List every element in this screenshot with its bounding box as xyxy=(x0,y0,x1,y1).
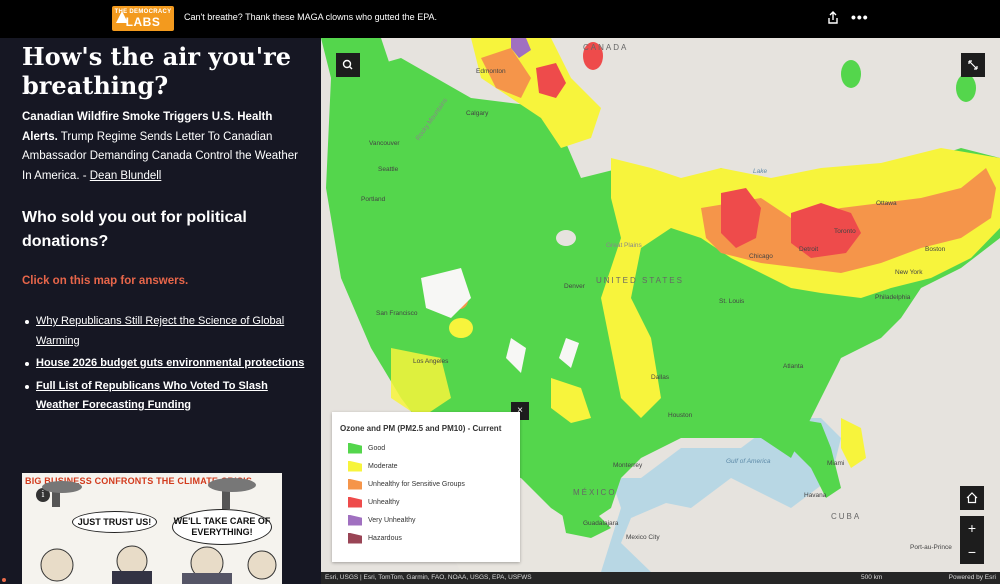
legend-item: Moderate xyxy=(348,460,398,472)
list-item: Full List of Republicans Who Voted To Sl… xyxy=(22,377,307,416)
top-bar: THE DEMOCRACY LABS Can't breathe? Thank … xyxy=(0,0,1000,38)
map-label-edmonton: Edmonton xyxy=(476,68,506,75)
map-label-united-states: UNITED STATES xyxy=(596,276,684,285)
democracy-labs-logo[interactable]: THE DEMOCRACY LABS xyxy=(112,6,174,31)
legend-item: Good xyxy=(348,442,385,454)
link-house-budget[interactable]: House 2026 budget guts environmental pro… xyxy=(36,357,304,369)
legend-label: Good xyxy=(368,444,386,452)
page-title: Can't breathe? Thank these MAGA clowns w… xyxy=(184,12,438,22)
legend-label: Hazardous xyxy=(368,534,402,542)
link-voted-list[interactable]: Full List of Republicans Who Voted To Sl… xyxy=(36,380,268,412)
powered-by-esri[interactable]: Powered by Esri xyxy=(949,572,996,584)
legend-title: Ozone and PM (PM2.5 and PM10) - Current xyxy=(340,424,502,433)
map-label-chicago: Chicago xyxy=(749,253,773,260)
legend-item: Very Unhealthy xyxy=(348,514,415,526)
map-legend: Ozone and PM (PM2.5 and PM10) - Current … xyxy=(332,412,520,562)
map-label-guadalajara: Guadalajara xyxy=(583,520,619,527)
map-label-los-angeles: Los Angeles xyxy=(413,358,449,365)
list-item: Why Republicans Still Reject the Science… xyxy=(22,312,307,351)
legend-item: Hazardous xyxy=(348,532,402,544)
map-label-denver: Denver xyxy=(564,283,585,290)
map-label-lake: Lake xyxy=(753,168,768,175)
map-attribution-bar: Esri, USGS | Esri, TomTom, Garmin, FAO, … xyxy=(321,572,1000,584)
map-expand-button[interactable] xyxy=(961,53,985,77)
zoom-in-button[interactable]: + xyxy=(960,516,984,540)
click-instruction: Click on this map for answers. xyxy=(22,275,189,287)
legend-swatch xyxy=(348,478,362,490)
legend-label: Moderate xyxy=(368,462,398,470)
map-label-mexico: MÉXICO xyxy=(573,488,617,497)
link-list: Why Republicans Still Reject the Science… xyxy=(22,312,307,419)
map-home-button[interactable] xyxy=(960,486,984,510)
author-link[interactable]: Dean Blundell xyxy=(90,170,162,182)
side-dots xyxy=(2,578,6,584)
map-label-havana: Havana xyxy=(804,492,827,499)
scale-bar: 500 km xyxy=(861,574,883,581)
map-label-ottawa: Ottawa xyxy=(876,200,897,207)
sidebar-subheading: Who sold you out for political donations… xyxy=(22,209,247,250)
map-label-dallas: Dallas xyxy=(651,374,670,381)
map-label-vancouver: Vancouver xyxy=(369,140,400,147)
map-label-calgary: Calgary xyxy=(466,110,489,117)
map-label-great-plains: Great Plains xyxy=(606,242,642,249)
map-label-monterrey: Monterrey xyxy=(613,462,643,469)
legend-swatch xyxy=(348,496,362,508)
legend-label: Unhealthy for Sensitive Groups xyxy=(368,480,465,488)
legend-swatch xyxy=(348,442,362,454)
share-icon[interactable] xyxy=(826,11,840,25)
map-label-miami: Miami xyxy=(827,460,845,467)
attribution-text: Esri, USGS | Esri, TomTom, Garmin, FAO, … xyxy=(325,574,532,581)
legend-label: Unhealthy xyxy=(368,498,400,506)
map-label-canada: CANADA xyxy=(583,43,629,52)
more-options-icon[interactable]: ••• xyxy=(851,9,869,25)
map-label-gulf: Gulf of America xyxy=(726,458,771,465)
search-icon xyxy=(342,59,353,70)
map-label-port-au-prince: Port-au-Prince xyxy=(910,544,952,551)
map-label-new-york: New York xyxy=(895,269,923,276)
map-label-portland: Portland xyxy=(361,196,386,203)
legend-item: Unhealthy for Sensitive Groups xyxy=(348,478,465,490)
legend-swatch xyxy=(348,460,362,472)
logo-big-text: LABS xyxy=(125,15,161,29)
expand-icon xyxy=(968,60,978,70)
map-label-cuba: CUBA xyxy=(831,512,862,521)
legend-item: Unhealthy xyxy=(348,496,400,508)
cartoon-image[interactable]: BIG BUSINESS CONFRONTS THE CLIMATE CRISI… xyxy=(22,473,282,584)
map-label-boston: Boston xyxy=(925,246,946,253)
map-search-button[interactable] xyxy=(336,53,360,77)
sidebar: How's the air you're breathing? Canadian… xyxy=(0,38,321,584)
legend-label: Very Unhealthy xyxy=(368,516,416,524)
zoom-out-button[interactable]: − xyxy=(960,540,984,564)
legend-swatch xyxy=(348,532,362,544)
logo-triangle-icon xyxy=(116,11,128,23)
map-label-st-louis: St. Louis xyxy=(719,298,745,305)
link-republicans-science[interactable]: Why Republicans Still Reject the Science… xyxy=(36,315,284,347)
map-label-philadelphia: Philadelphia xyxy=(875,294,911,301)
sidebar-paragraph: Canadian Wildfire Smoke Triggers U.S. He… xyxy=(22,108,307,186)
map-label-houston: Houston xyxy=(668,412,693,419)
map-label-mexico-city: Mexico City xyxy=(626,534,660,541)
list-item: House 2026 budget guts environmental pro… xyxy=(22,354,307,374)
speech-bubble-trust: JUST TRUST US! xyxy=(72,511,157,533)
map-label-seattle: Seattle xyxy=(378,166,399,173)
speech-bubble-care: WE'LL TAKE CARE OF EVERYTHING! xyxy=(172,509,272,545)
legend-swatch xyxy=(348,514,362,526)
map-label-san-francisco: San Francisco xyxy=(376,310,418,317)
home-icon xyxy=(966,492,978,504)
map-label-toronto: Toronto xyxy=(834,228,856,235)
sidebar-title: How's the air you're breathing? xyxy=(22,42,292,100)
map-label-detroit: Detroit xyxy=(799,246,819,253)
map-label-atlanta: Atlanta xyxy=(783,363,804,370)
